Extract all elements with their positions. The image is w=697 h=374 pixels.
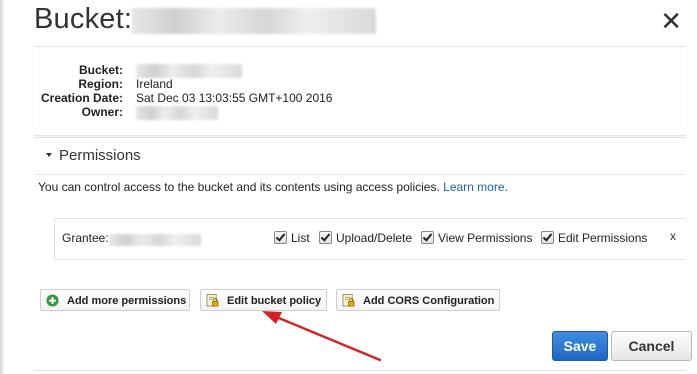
checkbox-checked-icon[interactable]: [421, 231, 434, 244]
description-period: .: [504, 180, 508, 194]
checkbox-checked-icon[interactable]: [274, 231, 287, 244]
redacted-grantee: [109, 233, 201, 246]
owner-value: [136, 105, 218, 120]
creation-date-label: Creation Date:: [40, 91, 123, 105]
list-checkbox[interactable]: List: [274, 231, 310, 245]
grantee-field[interactable]: [109, 230, 267, 246]
redacted-bucket-name: [132, 8, 376, 34]
creation-date-value: Sat Dec 03 13:03:55 GMT+100 2016: [136, 91, 333, 105]
grantee-label: Grantee:: [62, 231, 109, 245]
add-cors-configuration-button[interactable]: Add CORS Configuration: [336, 289, 500, 311]
plus-circle-icon: [46, 294, 59, 307]
view-permissions-checkbox[interactable]: View Permissions: [421, 231, 532, 245]
region-value: Ireland: [136, 77, 173, 91]
upload-delete-checkbox-label: Upload/Delete: [336, 231, 413, 245]
document-lock-icon: [342, 294, 355, 307]
upload-delete-checkbox[interactable]: Upload/Delete: [319, 231, 412, 245]
cancel-button[interactable]: Cancel: [611, 331, 692, 361]
grantee-row: Grantee: List Upload/Delete View Permiss…: [54, 218, 685, 260]
permissions-description-text: You can control access to the bucket and…: [38, 180, 440, 194]
close-icon[interactable]: ✕: [660, 8, 682, 34]
add-more-permissions-button[interactable]: Add more permissions: [40, 289, 190, 311]
bucket-properties-dialog: Bucket: ✕ Bucket: Region: Ireland Creati…: [0, 0, 697, 374]
bucket-label: Bucket:: [78, 63, 123, 77]
bucket-info-panel: Bucket: Region: Ireland Creation Date: S…: [34, 46, 686, 136]
permissions-title[interactable]: Permissions: [59, 147, 141, 164]
bucket-value: [136, 63, 242, 78]
permissions-description: You can control access to the bucket and…: [38, 180, 508, 194]
list-checkbox-label: List: [291, 231, 310, 245]
add-cors-configuration-label: Add CORS Configuration: [363, 295, 495, 307]
edit-permissions-checkbox-label: Edit Permissions: [558, 231, 648, 245]
dialog-title: Bucket:: [34, 3, 133, 35]
edit-permissions-checkbox[interactable]: Edit Permissions: [541, 231, 647, 245]
add-more-permissions-label: Add more permissions: [67, 295, 187, 307]
checkbox-checked-icon[interactable]: [541, 231, 554, 244]
permissions-header[interactable]: Permissions: [34, 138, 686, 175]
window-edge: [0, 0, 4, 374]
edit-bucket-policy-button[interactable]: Edit bucket policy: [200, 289, 327, 311]
checkbox-checked-icon[interactable]: [319, 231, 332, 244]
region-label: Region:: [78, 77, 123, 91]
caret-down-icon[interactable]: [46, 153, 52, 157]
remove-grantee-button[interactable]: x: [670, 229, 676, 243]
learn-more-link[interactable]: Learn more: [443, 180, 504, 194]
edit-bucket-policy-label: Edit bucket policy: [227, 295, 322, 307]
view-permissions-checkbox-label: View Permissions: [438, 231, 533, 245]
owner-label: Owner:: [81, 105, 123, 119]
save-button[interactable]: Save: [552, 331, 608, 361]
document-lock-icon: [206, 294, 219, 307]
